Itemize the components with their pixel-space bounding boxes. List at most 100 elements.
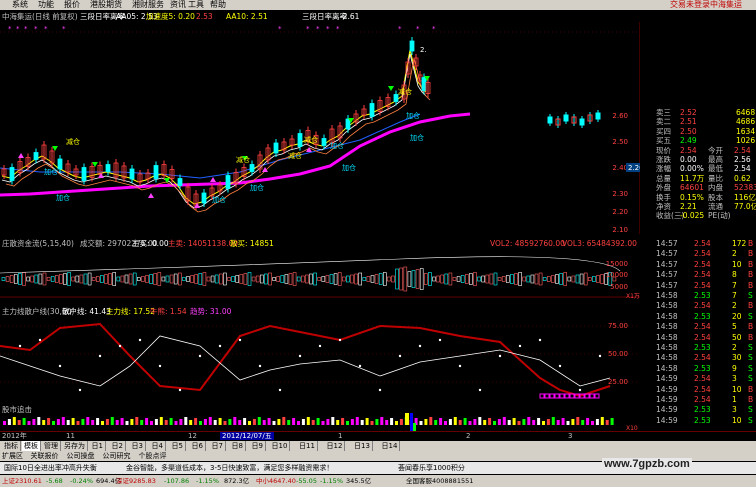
tick-row: 14:58 2.53 20 S	[640, 312, 756, 322]
signal-bar	[341, 418, 345, 425]
signal-bar	[292, 418, 296, 425]
signal-bar	[17, 420, 21, 425]
tab-1[interactable]: 模板	[22, 441, 41, 451]
tab-12[interactable]: 日9	[250, 441, 266, 451]
tab-5[interactable]: 日2	[110, 441, 126, 451]
news-item-1[interactable]: 国际10日全进出率冲高升失衡	[4, 462, 97, 474]
signal-bar	[512, 418, 516, 425]
signal-bar	[238, 420, 242, 425]
menu-function[interactable]: 功能	[38, 0, 54, 10]
tab-17[interactable]: 日14	[380, 441, 401, 451]
menu-service[interactable]: 湘财服务	[132, 0, 164, 10]
fund-dot	[258, 364, 262, 368]
vol-bar	[391, 275, 395, 283]
tab-7[interactable]: 日4	[150, 441, 166, 451]
tick-volume: 3	[732, 405, 737, 415]
signal-label: 加仓	[410, 133, 424, 142]
tick-row: 14:59 2.54 1 B	[640, 395, 756, 405]
subtab-3[interactable]: 公司研究	[103, 451, 131, 461]
tab-11[interactable]: 日8	[230, 441, 246, 451]
price-tick-label: 2.10	[612, 226, 628, 234]
signal-bar	[76, 421, 80, 425]
signal-bar	[527, 417, 531, 425]
subtab-2[interactable]: 公司操盘	[67, 451, 95, 461]
menu-tools[interactable]: 工具	[188, 0, 204, 10]
subtab-0[interactable]: 扩展区	[2, 451, 23, 461]
signal-spike	[413, 423, 416, 431]
signal-bar	[66, 420, 70, 425]
tab-16[interactable]: 日13	[352, 441, 373, 451]
vol-bar	[46, 277, 51, 281]
tab-10[interactable]: 日7	[210, 441, 226, 451]
index-status-bar: 上证2310.61 -5.68 -0.24% 694.4亿 深证9285.83 -107.…	[0, 475, 756, 487]
signal-chart[interactable]: X10	[0, 413, 640, 431]
tab-6[interactable]: 日3	[130, 441, 146, 451]
vol-bar	[124, 274, 129, 284]
fund-dot	[178, 388, 182, 392]
tab-9[interactable]: 日6	[190, 441, 206, 451]
tab-15[interactable]: 日12	[325, 441, 346, 451]
quote-value: -0.025	[680, 211, 705, 221]
watermark: www.7gpzb.com	[602, 458, 692, 470]
vol-bar	[546, 276, 551, 282]
vol-bar	[497, 277, 502, 281]
tick-direction: S	[748, 374, 753, 384]
vol-bar	[542, 277, 547, 281]
tab-2[interactable]: 管理	[42, 441, 61, 451]
vol-bar	[423, 273, 428, 285]
tab-4[interactable]: 日1	[90, 441, 106, 451]
menu-hk-futures[interactable]: 港股期货	[90, 0, 122, 10]
tick-time: 14:59	[656, 405, 678, 415]
subtab-4[interactable]: 个股点评	[139, 451, 167, 461]
fund-dot	[78, 388, 82, 392]
vol-bar	[309, 273, 313, 285]
vol-bar	[194, 274, 198, 284]
price-tick-label: 2.50	[612, 138, 628, 146]
tab-8[interactable]: 日5	[170, 441, 186, 451]
tick-direction: S	[748, 311, 753, 321]
signal-bar	[346, 421, 349, 425]
vol-bar	[530, 274, 535, 284]
signal-bar	[179, 419, 183, 425]
signal-bar	[169, 418, 173, 425]
candlestick-chart[interactable]: * * * * * * * * * * * * * * 加仓减仓加仓减仓加仓减仓加仓加仓减仓加仓加仓减仓加…	[0, 22, 640, 234]
star-marker: *	[8, 25, 12, 33]
tick-time: 14:57	[656, 270, 678, 280]
fund-line-chart[interactable]: 75.00 50.00 25.00	[0, 316, 640, 400]
fund-dot	[438, 338, 442, 342]
menu-system[interactable]: 系统	[12, 0, 28, 10]
status-item: -0.24%	[70, 477, 93, 485]
signal-bar	[370, 421, 374, 425]
tab-13[interactable]: 日10	[270, 441, 291, 451]
star-marker: *	[62, 25, 66, 33]
tick-list[interactable]: 14:57 2.54 172 B 14:57 2.54 2 B 14:57 2.54 10 B 14:5…	[640, 239, 756, 427]
tick-time: 14:57	[656, 280, 678, 290]
news-item-2[interactable]: 金谷智能，多渠道低成本，3-5日快速致富，满足您多样融资需求！	[126, 462, 333, 474]
candle-body	[563, 114, 569, 122]
tab-14[interactable]: 日11	[297, 441, 318, 451]
subtab-1[interactable]: 关联报价	[31, 451, 59, 461]
candle-body	[297, 133, 303, 147]
vol-bar	[54, 275, 59, 283]
vol-bar	[501, 276, 506, 282]
star-marker: *	[16, 25, 20, 33]
signal-bar	[61, 417, 65, 425]
news-item-3[interactable]: 荟闻春乐享1000积分	[398, 462, 465, 474]
login-status[interactable]: 交易未登录	[670, 0, 710, 10]
signal-bar	[213, 420, 217, 425]
tick-price: 2.54	[694, 249, 711, 259]
tab-3[interactable]: 另存为	[62, 441, 88, 451]
volume-chart[interactable]: 15000 10000 5000 X1万	[0, 249, 640, 299]
candle-body	[33, 152, 39, 160]
signal-bar	[189, 420, 193, 425]
vol-bar	[567, 276, 572, 282]
menu-info[interactable]: 资讯	[170, 0, 186, 10]
tick-time: 14:58	[656, 311, 678, 321]
star-marker: *	[398, 25, 402, 33]
signal-bar	[125, 421, 129, 425]
signal-bar	[7, 419, 11, 425]
buy-arrow-icon	[148, 193, 154, 198]
menu-quote[interactable]: 报价	[64, 0, 80, 10]
tab-0[interactable]: 指标	[2, 441, 21, 451]
menu-help[interactable]: 帮助	[210, 0, 226, 10]
